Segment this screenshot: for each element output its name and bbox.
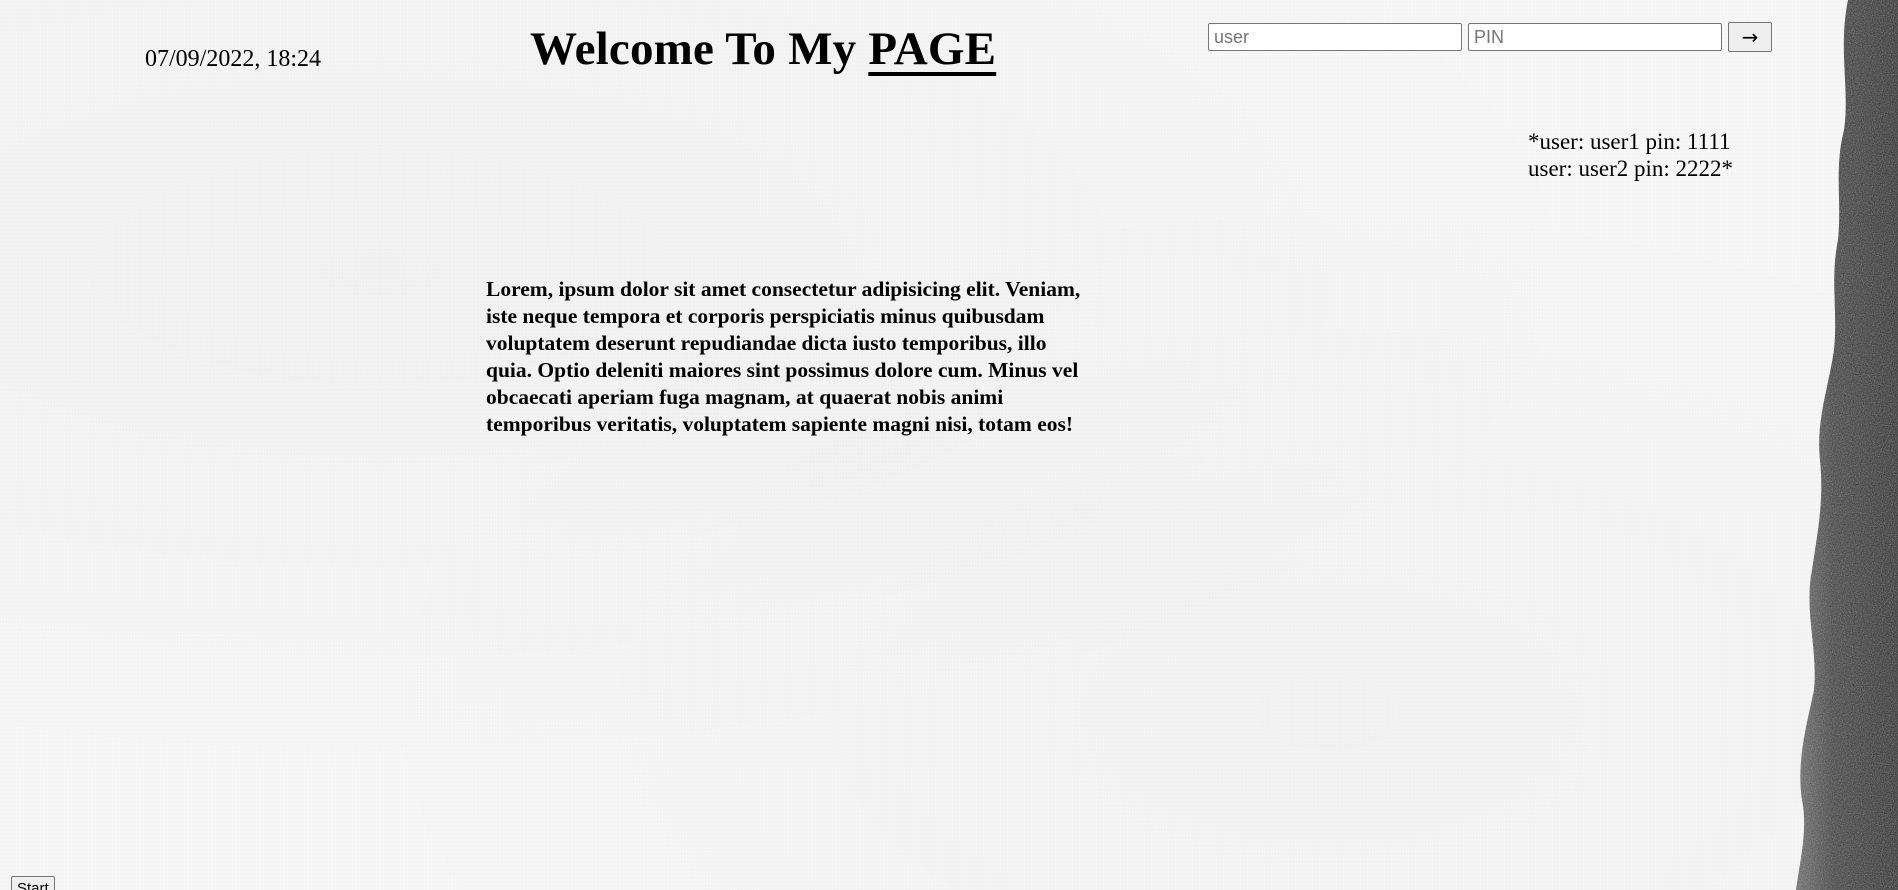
page-title-prefix: Welcome To My — [530, 23, 857, 75]
credentials-hint: *user: user1 pin: 1111 user: user2 pin: … — [1528, 128, 1733, 182]
page-title-emphasis: PAGE — [868, 23, 997, 75]
user-input[interactable] — [1208, 23, 1462, 51]
credentials-hint-line-2: user: user2 pin: 2222* — [1528, 156, 1734, 181]
start-button[interactable]: Start — [11, 876, 55, 890]
current-datetime: 07/09/2022, 18:24 — [145, 46, 322, 72]
login-form: → — [1208, 22, 1772, 52]
intro-paragraph: Lorem, ipsum dolor sit amet consectetur … — [486, 277, 1081, 436]
credentials-hint-line-1: *user: user1 pin: 1111 — [1528, 129, 1731, 154]
login-submit-button[interactable]: → — [1728, 22, 1772, 52]
rock-texture-image — [1796, 0, 1898, 890]
page-title: Welcome To My PAGE — [530, 22, 996, 76]
pin-input[interactable] — [1468, 23, 1722, 51]
